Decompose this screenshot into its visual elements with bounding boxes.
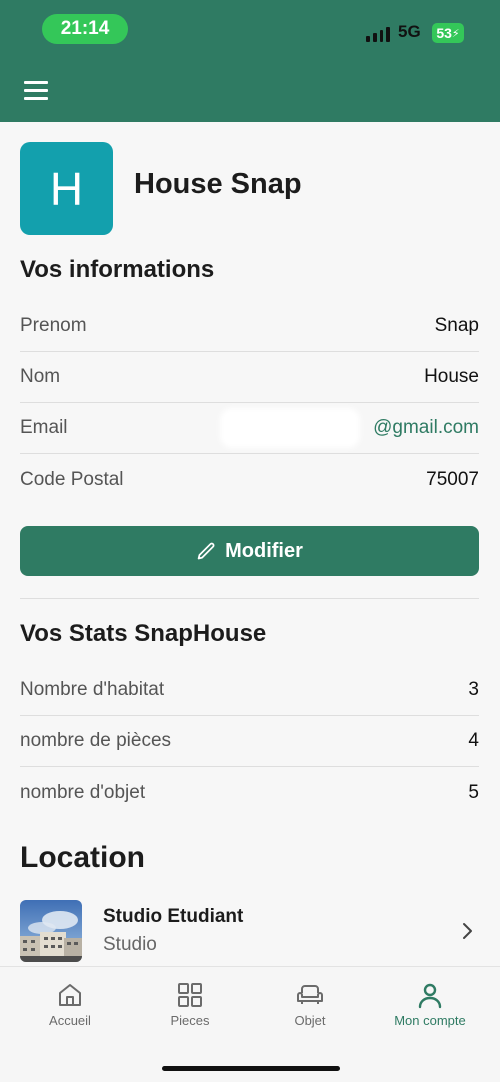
info-row-code-postal: Code Postal 75007	[20, 454, 479, 505]
app-header: 21:14 5G 53 ⚡	[0, 0, 500, 122]
bottom-tab-bar: Accueil Pieces Objet Mon compte	[0, 966, 500, 1082]
email-redaction	[220, 408, 360, 448]
avatar-initial: H	[49, 162, 84, 215]
home-indicator	[162, 1066, 340, 1071]
tab-pieces[interactable]: Pieces	[130, 981, 250, 1041]
tab-mon-compte[interactable]: Mon compte	[370, 981, 490, 1041]
modify-label: Modifier	[225, 539, 303, 562]
stats-label: Nombre d'habitat	[20, 679, 165, 700]
info-value: House	[424, 366, 479, 387]
stats-label: nombre de pièces	[20, 730, 172, 751]
section-divider	[20, 598, 479, 599]
info-label: Email	[20, 417, 68, 438]
info-value-email: @gmail.com	[373, 417, 479, 438]
info-value: 75007	[426, 468, 479, 490]
location-thumbnail	[20, 900, 82, 962]
stats-row-habitat: Nombre d'habitat 3	[20, 665, 479, 716]
stats-title: Vos Stats SnapHouse	[20, 620, 267, 647]
stats-row-pieces: nombre de pièces 4	[20, 716, 479, 767]
stats-value: 5	[468, 781, 479, 803]
user-icon	[418, 983, 442, 1009]
info-row-prenom: Prenom Snap	[20, 301, 479, 352]
info-value: Snap	[434, 315, 479, 336]
info-label: Nom	[20, 366, 61, 387]
armchair-icon	[297, 985, 323, 1004]
tab-accueil[interactable]: Accueil	[10, 981, 130, 1041]
stats-value: 3	[468, 679, 479, 700]
info-title: Vos informations	[20, 256, 215, 283]
network-type: 5G	[398, 22, 421, 41]
location-item[interactable]: Studio Etudiant Studio	[20, 900, 479, 962]
location-item-subtitle: Studio	[103, 934, 157, 955]
tab-label: Mon compte	[394, 1013, 466, 1028]
tab-label: Pieces	[170, 1013, 210, 1028]
tab-label: Accueil	[49, 1013, 91, 1028]
location-item-title: Studio Etudiant	[103, 906, 244, 927]
info-label: Prenom	[20, 315, 87, 336]
location-title: Location	[20, 841, 145, 874]
info-label: Code Postal	[20, 468, 124, 490]
battery-level: 53	[436, 25, 452, 41]
menu-icon[interactable]	[24, 81, 48, 100]
tab-objet[interactable]: Objet	[250, 981, 370, 1041]
stats-value: 4	[468, 730, 479, 751]
home-icon	[59, 984, 81, 1006]
profile-name: House Snap	[134, 168, 302, 200]
stats-label: nombre d'objet	[20, 781, 146, 803]
avatar: H	[20, 142, 113, 235]
grid-icon	[178, 983, 202, 1007]
stats-row-objet: nombre d'objet 5	[20, 767, 479, 818]
signal-icon	[366, 24, 390, 42]
modify-button[interactable]: Modifier	[20, 526, 479, 576]
battery-icon: 53 ⚡	[432, 23, 464, 43]
chevron-right-icon	[463, 923, 472, 939]
status-time: 21:14	[42, 14, 128, 44]
pencil-icon	[197, 542, 215, 559]
tab-label: Objet	[294, 1013, 326, 1028]
info-row-nom: Nom House	[20, 352, 479, 403]
